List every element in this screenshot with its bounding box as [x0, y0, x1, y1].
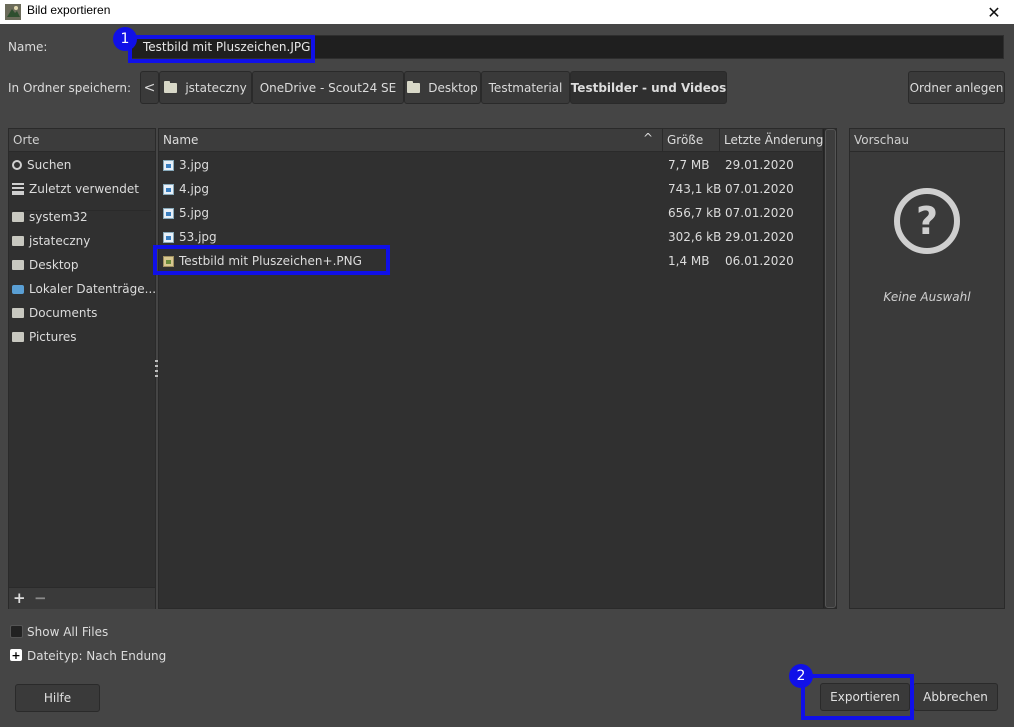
- file-size: 743,1 kB: [668, 182, 722, 196]
- folder-icon: [12, 308, 24, 318]
- places-sidebar: Orte Suchen Zuletzt verwendet system32 j…: [8, 128, 156, 609]
- sidebar-item-label: Suchen: [27, 158, 72, 172]
- file-name: 5.jpg: [179, 206, 210, 220]
- sidebar-item-desktop[interactable]: Desktop: [9, 253, 155, 277]
- file-size: 656,7 kB: [668, 206, 722, 220]
- preview-panel: Vorschau ? Keine Auswahl: [849, 128, 1005, 609]
- sidebar-item-pictures[interactable]: Pictures: [9, 325, 155, 349]
- breadcrumb-onedrive[interactable]: OneDrive - Scout24 SE: [252, 71, 404, 104]
- breadcrumb-back-button[interactable]: <: [140, 71, 159, 104]
- chevron-left-icon: <: [143, 79, 156, 96]
- filetype-expander-label[interactable]: Dateityp: Nach Endung: [27, 649, 166, 663]
- sidebar-item-jstateczny[interactable]: jstateczny: [9, 229, 155, 253]
- recent-icon: [12, 183, 24, 195]
- folder-icon: [12, 260, 24, 270]
- close-icon: ✕: [987, 2, 1001, 22]
- image-file-icon: [163, 159, 174, 171]
- sidebar-item-label: Pictures: [29, 330, 77, 344]
- sidebar-item-label: Lokaler Datenträge...: [29, 282, 155, 296]
- cancel-button[interactable]: Abbrechen: [913, 683, 998, 711]
- file-list-header: Name ^ Größe Letzte Änderung: [159, 129, 823, 152]
- file-date: 29.01.2020: [725, 158, 794, 172]
- sidebar-item-system32[interactable]: system32: [9, 205, 155, 229]
- folder-icon: [12, 332, 24, 342]
- breadcrumb-label: Testmaterial: [488, 80, 563, 95]
- file-size: 302,6 kB: [668, 230, 722, 244]
- folder-icon: [12, 236, 24, 246]
- image-file-icon: [163, 231, 174, 243]
- file-list: Name ^ Größe Letzte Änderung 3.jpg 7,7 M…: [158, 128, 837, 609]
- close-button[interactable]: ✕: [974, 0, 1014, 24]
- file-date: 07.01.2020: [725, 182, 794, 196]
- sidebar-item-recent[interactable]: Zuletzt verwendet: [9, 177, 155, 201]
- drive-icon: [12, 284, 24, 294]
- file-size: 7,7 MB: [668, 158, 710, 172]
- file-name: 3.jpg: [179, 158, 210, 172]
- scrollbar-thumb[interactable]: [825, 129, 836, 608]
- name-label: Name:: [8, 40, 48, 54]
- annotation-badge-2: 2: [789, 664, 813, 688]
- show-all-files-checkbox[interactable]: [10, 625, 23, 638]
- preview-empty-text: Keine Auswahl: [883, 290, 971, 304]
- image-file-icon: [163, 183, 174, 195]
- sidebar-item-label: system32: [29, 210, 88, 224]
- breadcrumb-desktop[interactable]: Desktop: [404, 71, 481, 104]
- table-row[interactable]: 5.jpg 656,7 kB 07.01.2020: [159, 201, 822, 225]
- annotation-highlight-filename: [128, 35, 315, 63]
- file-date: 07.01.2020: [725, 206, 794, 220]
- breadcrumb-label: Desktop: [428, 80, 478, 95]
- sidebar-item-label: jstateczny: [29, 234, 91, 248]
- breadcrumb-jstateczny[interactable]: jstateczny: [159, 71, 252, 104]
- breadcrumb-label: OneDrive - Scout24 SE: [259, 80, 397, 95]
- remove-bookmark-button[interactable]: −: [34, 589, 47, 607]
- help-button[interactable]: Hilfe: [15, 684, 100, 712]
- sidebar-item-documents[interactable]: Documents: [9, 301, 155, 325]
- breadcrumb-testmaterial[interactable]: Testmaterial: [481, 71, 570, 104]
- search-icon: [12, 160, 22, 170]
- table-row[interactable]: 3.jpg 7,7 MB 29.01.2020: [159, 153, 822, 177]
- file-name: 53.jpg: [179, 230, 217, 244]
- folder-icon: [164, 80, 178, 93]
- breadcrumb-label: Testbilder - und Videos: [570, 80, 727, 95]
- file-date: 29.01.2020: [725, 230, 794, 244]
- gimp-app-icon: [5, 4, 21, 20]
- sidebar-item-local-drive[interactable]: Lokaler Datenträge...: [9, 277, 155, 301]
- breadcrumb-testbilder-current[interactable]: Testbilder - und Videos: [570, 71, 727, 104]
- places-footer: + −: [9, 587, 155, 609]
- file-list-scrollbar[interactable]: [823, 129, 837, 608]
- sidebar-item-label: Documents: [29, 306, 98, 320]
- expand-icon[interactable]: +: [10, 649, 22, 661]
- column-header-date[interactable]: Letzte Änderung: [720, 129, 823, 151]
- breadcrumb-label: jstateczny: [185, 80, 247, 95]
- create-folder-button[interactable]: Ordner anlegen: [908, 71, 1005, 104]
- show-all-files-label[interactable]: Show All Files: [27, 625, 108, 639]
- folder-icon: [12, 212, 24, 222]
- annotation-highlight-file-row: [153, 245, 390, 275]
- folder-icon: [407, 80, 421, 93]
- sidebar-item-search[interactable]: Suchen: [9, 153, 155, 177]
- annotation-badge-1: 1: [113, 27, 137, 51]
- sidebar-item-label: Desktop: [29, 258, 79, 272]
- places-header: Orte: [9, 129, 155, 152]
- file-size: 1,4 MB: [668, 254, 710, 268]
- column-header-size[interactable]: Größe: [663, 129, 720, 151]
- column-header-name[interactable]: Name: [159, 129, 663, 151]
- title-bar: Bild exportieren ✕: [0, 0, 1014, 24]
- add-bookmark-button[interactable]: +: [13, 589, 26, 607]
- image-file-icon: [163, 207, 174, 219]
- question-mark-icon: ?: [894, 188, 960, 254]
- table-row[interactable]: 4.jpg 743,1 kB 07.01.2020: [159, 177, 822, 201]
- save-folder-label: In Ordner speichern:: [8, 81, 132, 95]
- sidebar-item-label: Zuletzt verwendet: [29, 182, 139, 196]
- window-title: Bild exportieren: [27, 3, 111, 17]
- sort-ascending-icon: ^: [643, 131, 654, 145]
- file-name: 4.jpg: [179, 182, 210, 196]
- file-date: 06.01.2020: [725, 254, 794, 268]
- annotation-highlight-export: [801, 674, 914, 720]
- preview-header: Vorschau: [850, 129, 1004, 152]
